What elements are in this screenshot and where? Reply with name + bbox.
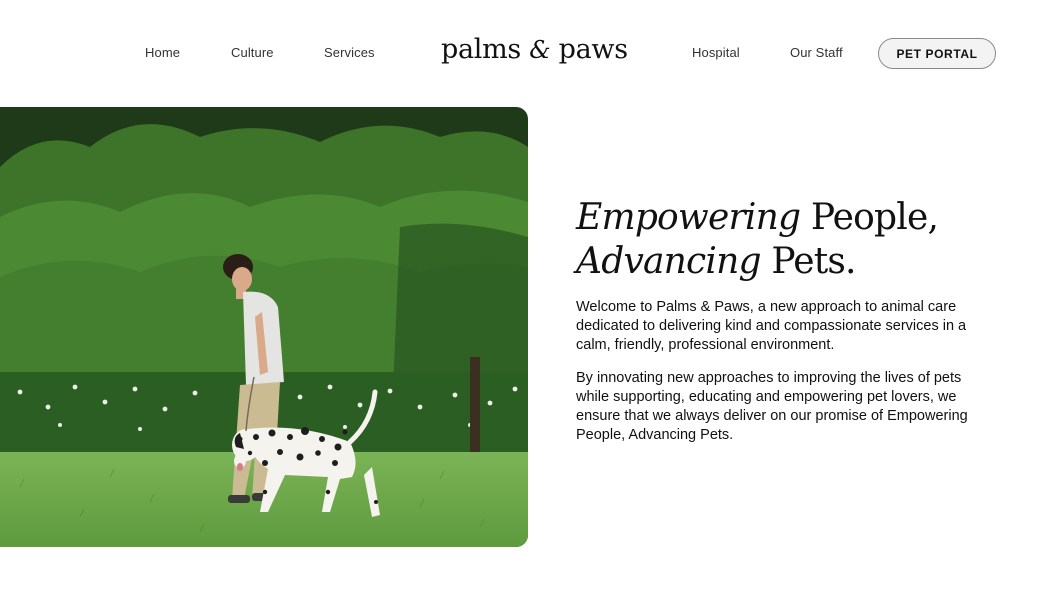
mission-paragraph: By innovating new approaches to improvin…	[576, 370, 968, 443]
intro-paragraph: Welcome to Palms & Paws, a new approach …	[576, 299, 967, 353]
nav-hospital-link[interactable]: Hospital	[692, 45, 740, 60]
logo-ampersand: &	[529, 36, 551, 64]
headline-advancing: Advancing	[576, 241, 762, 282]
headline-empowering: Empowering	[576, 197, 801, 238]
headline-pets: Pets.	[760, 241, 856, 282]
nav-culture-link[interactable]: Culture	[231, 45, 274, 60]
logo-word-palms: palms	[441, 34, 521, 65]
site-logo[interactable]: palms & paws	[441, 34, 628, 65]
hero-image	[0, 107, 528, 547]
logo-word-paws: paws	[558, 34, 628, 65]
nav-home-link[interactable]: Home	[145, 45, 180, 60]
headline-people: People,	[800, 197, 939, 238]
nav-services-link[interactable]: Services	[324, 45, 375, 60]
hero-headline: Empowering People, Advancing Pets.	[576, 196, 939, 284]
nav-our-staff-link[interactable]: Our Staff	[790, 45, 843, 60]
pet-portal-button[interactable]: PET PORTAL	[878, 38, 996, 69]
